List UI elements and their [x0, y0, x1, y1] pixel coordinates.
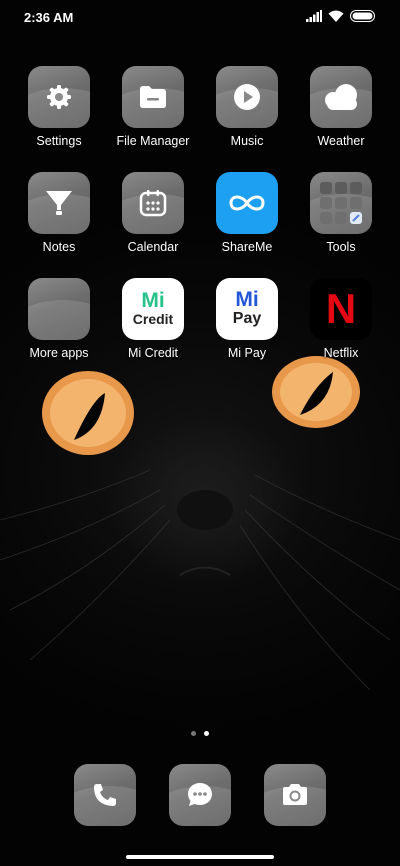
app-mi-pay[interactable]: Mi Pay Mi Pay: [200, 278, 294, 360]
app-label: Settings: [36, 134, 82, 148]
notes-app-icon[interactable]: [28, 172, 90, 234]
camera-icon: [283, 784, 307, 805]
weather-app-icon[interactable]: [310, 66, 372, 128]
app-label: More apps: [29, 346, 89, 360]
mi-credit-app-icon[interactable]: Mi Credit: [122, 278, 184, 340]
music-app-icon[interactable]: [216, 66, 278, 128]
app-weather[interactable]: Weather: [294, 66, 388, 148]
signal-icon: [306, 10, 322, 22]
app-music[interactable]: Music: [200, 66, 294, 148]
home-indicator[interactable]: [126, 855, 274, 859]
folder-icon: [140, 86, 166, 108]
mi-credit-logo-top: Mi: [141, 289, 165, 312]
netflix-app-icon[interactable]: N: [310, 278, 372, 340]
mi-pay-logo-bottom: Pay: [232, 310, 262, 327]
mi-pay-app-icon[interactable]: Mi Pay: [216, 278, 278, 340]
status-time: 2:36 AM: [24, 10, 74, 25]
gear-icon: [47, 85, 71, 109]
tools-folder-grid: [320, 182, 362, 224]
calendar-app-icon[interactable]: [122, 172, 184, 234]
calendar-icon: [139, 190, 167, 217]
more-apps-folder-icon[interactable]: [28, 278, 90, 340]
infinity-icon: [229, 195, 265, 211]
app-file-manager[interactable]: File Manager: [106, 66, 200, 148]
page-indicator: [0, 731, 400, 736]
app-tools[interactable]: Tools: [294, 172, 388, 254]
messages-icon: [188, 783, 212, 806]
app-label: File Manager: [116, 134, 190, 148]
mi-credit-logo-bottom: Credit: [132, 311, 174, 327]
app-label: Weather: [317, 134, 365, 148]
app-netflix[interactable]: N Netflix: [294, 278, 388, 360]
page-dot-2[interactable]: [204, 731, 209, 736]
app-label: Mi Pay: [227, 346, 267, 360]
netflix-logo: N: [325, 285, 357, 332]
shareme-app-icon[interactable]: [216, 172, 278, 234]
dock: [74, 764, 326, 826]
app-mi-credit[interactable]: Mi Credit Mi Credit: [106, 278, 200, 360]
app-notes[interactable]: Notes: [12, 172, 106, 254]
app-label: Music: [230, 134, 264, 148]
app-label: Tools: [326, 240, 356, 254]
wifi-icon: [328, 10, 344, 22]
app-label: Notes: [42, 240, 76, 254]
app-calendar[interactable]: Calendar: [106, 172, 200, 254]
notes-icon: [46, 191, 72, 215]
app-settings[interactable]: Settings: [12, 66, 106, 148]
page-dot-1[interactable]: [191, 731, 196, 736]
app-shareme[interactable]: ShareMe: [200, 172, 294, 254]
app-label: Netflix: [323, 346, 359, 360]
status-bar: 2:36 AM: [0, 0, 400, 36]
phone-app-icon[interactable]: [74, 764, 136, 826]
phone-icon: [94, 784, 116, 806]
battery-icon: [350, 10, 375, 22]
app-grid: Settings File Manager Music Weather Note…: [12, 66, 388, 360]
app-label: Calendar: [127, 240, 179, 254]
app-label: ShareMe: [221, 240, 273, 254]
tools-folder-icon[interactable]: [310, 172, 372, 234]
mi-pay-logo-top: Mi: [235, 288, 259, 311]
camera-app-icon[interactable]: [264, 764, 326, 826]
app-more-apps[interactable]: More apps: [12, 278, 106, 360]
cloud-icon: [325, 84, 357, 110]
app-label: Mi Credit: [127, 346, 178, 360]
settings-app-icon[interactable]: [28, 66, 90, 128]
status-icons: [306, 10, 376, 22]
messages-app-icon[interactable]: [169, 764, 231, 826]
file-manager-app-icon[interactable]: [122, 66, 184, 128]
play-icon: [234, 84, 260, 110]
